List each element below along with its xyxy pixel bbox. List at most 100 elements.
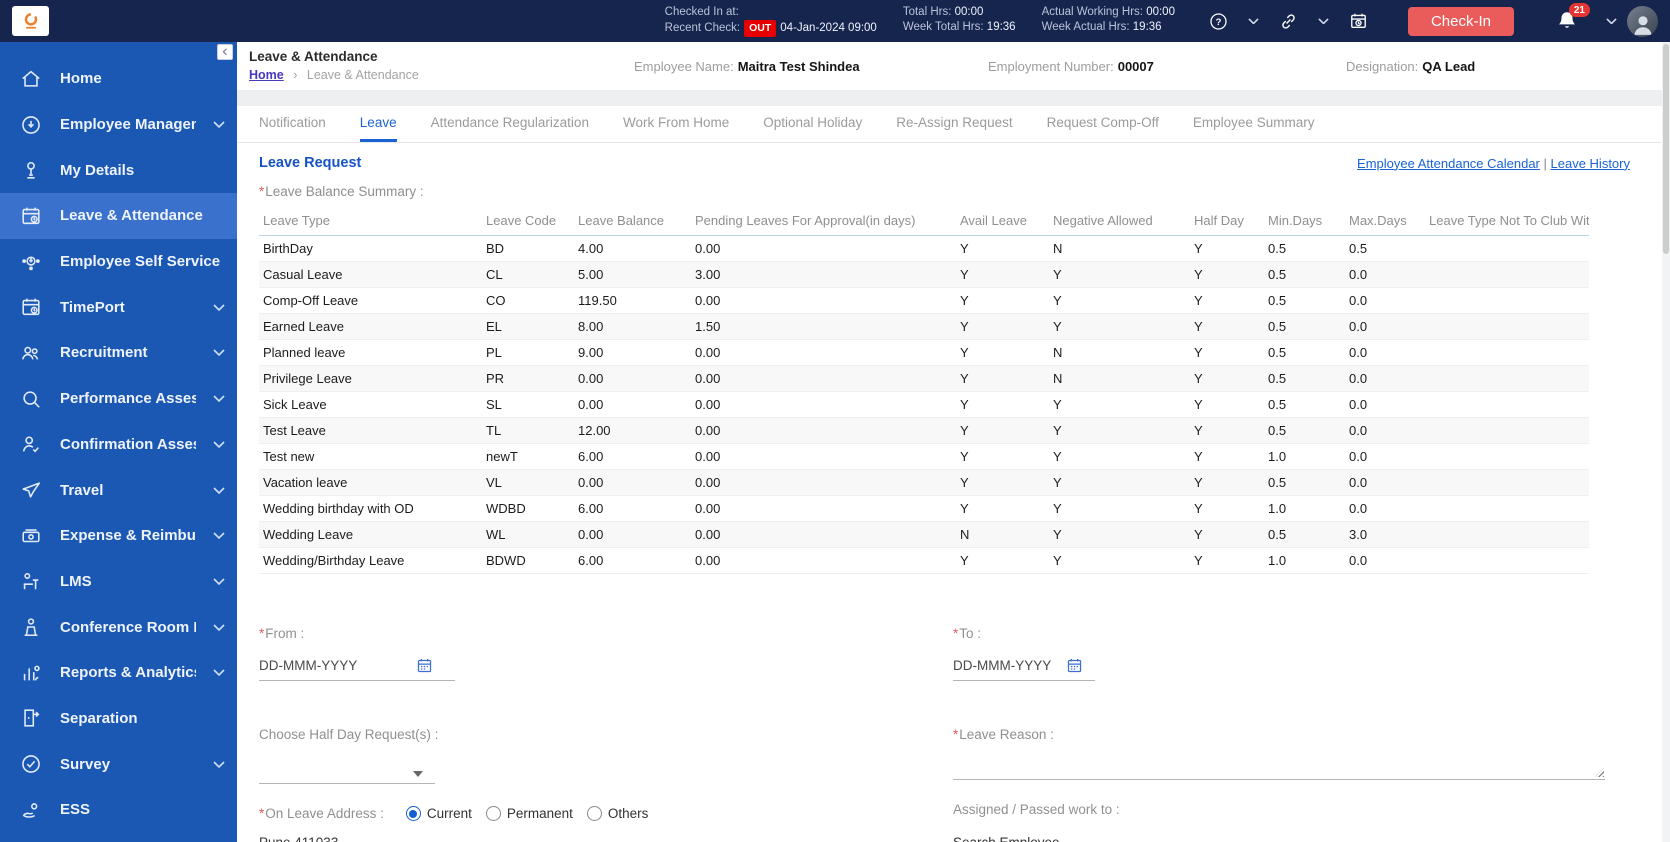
chevron-down-icon	[213, 669, 225, 677]
week-actual-hrs-label: Week Actual Hrs:	[1041, 21, 1130, 33]
scrollbar-thumb[interactable]	[1663, 44, 1669, 254]
hand-service-icon	[19, 798, 43, 822]
table-cell: 0.00	[691, 521, 956, 548]
sidebar-item-employee-self-service[interactable]: Employee Self Service	[0, 239, 237, 285]
actual-working-hrs-label: Actual Working Hrs:	[1041, 6, 1143, 18]
sidebar-item-timeport[interactable]: TimePort	[0, 284, 237, 330]
company-logo[interactable]	[12, 6, 49, 36]
sidebar-item-my-details[interactable]: My Details	[0, 147, 237, 193]
chevron-down-icon	[213, 304, 225, 311]
sidebar-item-conference-room-booking[interactable]: Conference Room Booking	[0, 604, 237, 650]
calendar-icon[interactable]	[416, 657, 433, 674]
employee-attendance-calendar-link[interactable]: Employee Attendance Calendar	[1357, 156, 1540, 171]
analytics-icon	[19, 661, 43, 685]
chevron-down-icon[interactable]	[1606, 17, 1617, 25]
table-cell: 0.00	[691, 495, 956, 522]
leave-balance-summary-label: *Leave Balance Summary :	[259, 184, 424, 199]
sidebar-item-recruitment[interactable]: Recruitment	[0, 330, 237, 376]
table-cell: Y	[1190, 495, 1264, 522]
main-area: Leave & Attendance Home › Leave & Attend…	[237, 42, 1670, 842]
breadcrumb-separator: ›	[293, 68, 298, 82]
plane-icon	[19, 478, 43, 502]
calendar-clock-icon	[19, 204, 43, 228]
total-hrs-label: Total Hrs:	[902, 6, 952, 18]
logo-icon	[24, 13, 37, 29]
from-date-input[interactable]: DD-MMM-YYYY	[259, 653, 455, 681]
table-cell: Y	[1049, 547, 1190, 574]
employee-management-icon	[19, 113, 43, 137]
table-cell: 0.5	[1264, 235, 1345, 262]
table-cell: 0.5	[1264, 469, 1345, 496]
table-cell: 0.0	[1345, 287, 1425, 314]
sidebar-collapse-button[interactable]	[217, 44, 233, 60]
table-cell: Y	[1190, 287, 1264, 314]
app-root: Checked In at: Recent Check: OUT 04-Jan-20…	[0, 0, 1670, 842]
calendar-clock-icon[interactable]	[1349, 12, 1368, 31]
table-cell: 0.00	[691, 391, 956, 418]
sidebar-item-leave-attendance[interactable]: Leave & Attendance	[0, 193, 237, 239]
radio-current[interactable]	[405, 806, 421, 821]
table-cell: 0.0	[1345, 313, 1425, 340]
sidebar-item-expense-reimbursement[interactable]: Expense & Reimbursement	[0, 513, 237, 559]
leave-reason-textarea[interactable]	[953, 742, 1605, 780]
assigned-work-search-input[interactable]: Search Employee	[953, 829, 1605, 842]
notifications-bell[interactable]: 21	[1556, 3, 1590, 32]
tab-optional-holiday[interactable]: Optional Holiday	[763, 106, 862, 142]
table-row: Planned leave PL 9.00 0.00 Y N Y 0.5 0.0	[259, 339, 1589, 366]
resize-handle[interactable]	[1595, 768, 1604, 777]
sidebar-item-ess[interactable]: ESS	[0, 787, 237, 833]
sidebar-item-performance-assessment[interactable]: Performance Assessment	[0, 376, 237, 422]
table-cell: 12.00	[574, 417, 691, 444]
tab-request-comp-off[interactable]: Request Comp-Off	[1047, 106, 1159, 142]
tab-work-from-home[interactable]: Work From Home	[623, 106, 729, 142]
sidebar-item-separation[interactable]: Separation	[0, 696, 237, 742]
on-leave-address-option-others[interactable]: Others	[586, 806, 649, 821]
tab-re-assign-request[interactable]: Re-Assign Request	[896, 106, 1012, 142]
to-date-input[interactable]: DD-MMM-YYYY	[953, 653, 1095, 681]
tab-notification[interactable]: Notification	[259, 106, 326, 142]
radio-label: Permanent	[506, 806, 573, 821]
sidebar-item-lms[interactable]: LMS	[0, 559, 237, 605]
check-in-button[interactable]: Check-In	[1407, 6, 1514, 36]
sidebar-item-home[interactable]: Home	[0, 56, 237, 102]
help-icon[interactable]: ?	[1209, 12, 1228, 31]
table-cell: 0.00	[691, 469, 956, 496]
user-avatar[interactable]	[1627, 5, 1658, 37]
search-employee-placeholder: Search Employee	[953, 835, 1060, 842]
tab-leave[interactable]: Leave	[359, 106, 397, 142]
table-cell: Y	[1190, 521, 1264, 548]
calendar-icon[interactable]	[1066, 657, 1083, 674]
table-cell: 8.00	[574, 313, 691, 340]
breadcrumb-current: Leave & Attendance	[306, 68, 419, 82]
radio-label: Others	[607, 806, 649, 821]
home-icon	[19, 67, 43, 91]
sidebar-item-survey[interactable]: Survey	[0, 741, 237, 787]
chevron-down-icon[interactable]	[1248, 17, 1259, 25]
on-leave-address-textarea[interactable]: Pune 411033	[259, 829, 604, 842]
radio-permanent[interactable]	[485, 806, 501, 821]
sidebar-item-reports-analytics[interactable]: Reports & Analytics	[0, 650, 237, 696]
tab-attendance-regularization[interactable]: Attendance Regularization	[431, 106, 589, 142]
sidebar-item-employee-management[interactable]: Employee Management	[0, 102, 237, 148]
radio-others[interactable]	[586, 806, 602, 821]
table-cell: N	[956, 521, 1049, 548]
chevron-down-icon[interactable]	[1318, 17, 1329, 25]
tab-employee-summary[interactable]: Employee Summary	[1193, 106, 1315, 142]
link-icon[interactable]	[1279, 12, 1298, 31]
table-cell	[1425, 547, 1589, 574]
breadcrumb-home-link[interactable]: Home	[249, 68, 284, 82]
half-day-select[interactable]	[259, 750, 435, 784]
table-cell: 0.0	[1345, 391, 1425, 418]
sidebar-item-confirmation-assessment[interactable]: Confirmation Assessment	[0, 422, 237, 468]
required-marker: *	[259, 184, 265, 199]
vertical-scrollbar[interactable]	[1662, 42, 1670, 842]
table-cell: 6.00	[574, 547, 691, 574]
leave-history-link[interactable]: Leave History	[1551, 156, 1630, 171]
sidebar-item-travel[interactable]: Travel	[0, 467, 237, 513]
table-cell: 0.00	[691, 287, 956, 314]
table-cell: 0.00	[691, 417, 956, 444]
on-leave-address-option-permanent[interactable]: Permanent	[485, 806, 573, 821]
table-cell: Y	[956, 495, 1049, 522]
on-leave-address-option-current[interactable]: Current	[405, 806, 472, 821]
sidebar-item-label: Home	[60, 70, 102, 88]
